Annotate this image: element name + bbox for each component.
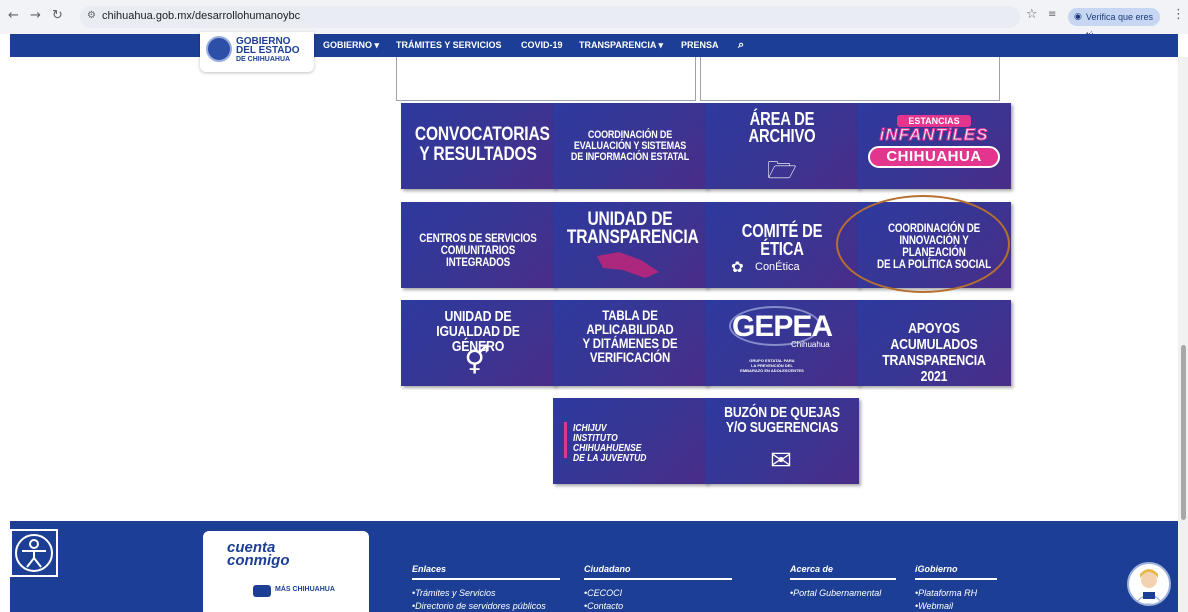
search-icon[interactable]: ⌕ bbox=[738, 38, 744, 52]
menu-icon[interactable]: ⋮ bbox=[1172, 8, 1185, 22]
tile-label: ÁREA DE ARCHIVO bbox=[748, 109, 816, 146]
footer-title-igobierno: iGobierno bbox=[915, 564, 958, 574]
footer-divider bbox=[915, 578, 997, 580]
tile-coordinacion-evaluacion[interactable]: COORDINACIÓN DE EVALUACIÓN Y SISTEMAS DE… bbox=[553, 103, 707, 189]
site-info-icon[interactable]: ⚙ bbox=[87, 10, 96, 21]
footer-link-portal[interactable]: •Portal Gubernamental bbox=[790, 588, 881, 598]
tile-ichijuv[interactable]: ICHIJUV INSTITUTO CHIHUAHUENSE DE LA JUV… bbox=[553, 398, 707, 484]
nav-transparencia[interactable]: TRANSPARENCIA ▾ bbox=[579, 40, 663, 51]
logo-line3: DE CHIHUAHUA bbox=[236, 56, 291, 63]
cuenta-conmigo-logo: cuenta conmigo bbox=[227, 539, 290, 569]
tile-label: ICHIJUV INSTITUTO CHIHUAHUENSE DE LA JUV… bbox=[573, 423, 647, 464]
gepea-small: GRUPO ESTATAL PARA LA PREVENCIÓN DEL EMB… bbox=[740, 358, 804, 373]
tile-centros-servicios[interactable]: CENTROS DE SERVICIOS COMUNITARIOS INTEGR… bbox=[401, 202, 555, 288]
reload-icon[interactable]: ↻ bbox=[52, 9, 63, 23]
tile-convocatorias[interactable]: CONVOCATORIAS Y RESULTADOS bbox=[401, 103, 555, 189]
nav-prensa[interactable]: PRENSA bbox=[681, 40, 719, 50]
tile-gepea[interactable]: GEPEA Chihuahua GRUPO ESTATAL PARA LA PR… bbox=[705, 300, 859, 386]
tile-tabla-aplicabilidad[interactable]: TABLA DE APLICABILIDAD Y DITÁMENES DE VE… bbox=[553, 300, 707, 386]
gepea-title: GEPEA bbox=[732, 310, 833, 343]
star-icon[interactable]: ☆ bbox=[1026, 8, 1038, 22]
state-seal-icon bbox=[206, 36, 232, 62]
forward-icon[interactable]: → bbox=[30, 9, 41, 23]
address-bar[interactable]: ⚙ chihuahua.gob.mx/desarrollohumanoybc bbox=[80, 6, 1020, 28]
chat-assistant-button[interactable] bbox=[1127, 562, 1171, 606]
tile-label: COMITÉ DE ÉTICA bbox=[741, 221, 823, 259]
footer-divider bbox=[412, 578, 560, 580]
top-navbar: GOBIERNO DEL ESTADO DE CHIHUAHUA GOBIERN… bbox=[10, 32, 1178, 72]
footer-title-ciudadano: Ciudadano bbox=[584, 564, 631, 574]
footer-divider bbox=[584, 578, 732, 580]
highlight-circle bbox=[836, 195, 1010, 293]
browser-toolbar: ← → ↻ ⚙ chihuahua.gob.mx/desarrollohuman… bbox=[0, 0, 1188, 40]
tile-apoyos-acumulados[interactable]: APOYOS ACUMULADOS TRANSPARENCIA 2021 bbox=[857, 300, 1011, 386]
tile-label: COORDINACIÓN DE EVALUACIÓN Y SISTEMAS DE… bbox=[570, 129, 690, 163]
archive-icon: 🗁 bbox=[767, 156, 797, 184]
extension-icon[interactable]: ≡ bbox=[1048, 8, 1056, 22]
mailbox-icon: ✉ bbox=[770, 446, 792, 476]
tile-area-archivo[interactable]: ÁREA DE ARCHIVO 🗁 bbox=[705, 103, 859, 189]
nav-tramites[interactable]: TRÁMITES Y SERVICIOS bbox=[396, 40, 502, 50]
tile-label: UNIDAD DE TRANSPARENCIA bbox=[566, 209, 699, 248]
verify-icon: ◉ bbox=[1074, 12, 1082, 22]
footer-link-directorio[interactable]: •Directorio de servidores públicos bbox=[412, 601, 546, 611]
logo-line2: DEL ESTADO bbox=[236, 45, 300, 56]
footer-link-contacto[interactable]: •Contacto bbox=[584, 601, 623, 611]
estancias-bottom-label: CHIHUAHUA bbox=[868, 146, 1000, 168]
ichijuv-bar bbox=[564, 422, 567, 458]
tile-unidad-transparencia[interactable]: UNIDAD DE TRANSPARENCIA bbox=[553, 202, 707, 288]
footer: cuenta conmigo MÁS CHIHUAHUA Enlaces •Tr… bbox=[10, 521, 1178, 612]
footer-title-acerca: Acerca de bbox=[790, 564, 834, 574]
government-logo[interactable]: GOBIERNO DEL ESTADO DE CHIHUAHUA bbox=[200, 32, 314, 72]
scrollbar-track[interactable] bbox=[1178, 57, 1188, 612]
gepea-sub: Chihuahua bbox=[791, 340, 830, 349]
tile-igualdad-genero[interactable]: UNIDAD DE IGUALDAD DE GÉNERO ⚥ bbox=[401, 300, 555, 386]
scrollbar-thumb[interactable] bbox=[1181, 345, 1186, 520]
state-map-icon bbox=[597, 252, 659, 278]
assistant-avatar-icon bbox=[1134, 569, 1164, 604]
back-icon[interactable]: ← bbox=[8, 9, 19, 23]
tile-buzon-quejas[interactable]: BUZÓN DE QUEJAS Y/O SUGERENCIAS ✉ bbox=[705, 398, 859, 484]
accessibility-icon bbox=[15, 534, 53, 572]
accessibility-button[interactable] bbox=[10, 529, 58, 577]
footer-logo[interactable]: cuenta conmigo MÁS CHIHUAHUA bbox=[203, 531, 369, 612]
verify-button[interactable]: ◉ Verifica que eres tú bbox=[1068, 8, 1160, 40]
footer-link-cecoci[interactable]: •CECOCI bbox=[584, 588, 622, 598]
mas-chihuahua-icon bbox=[253, 585, 271, 597]
tile-label: CENTROS DE SERVICIOS COMUNITARIOS INTEGR… bbox=[419, 231, 537, 269]
nav-gobierno[interactable]: GOBIERNO ▾ bbox=[323, 40, 379, 51]
tile-estancias-infantiles[interactable]: ESTANCIAS iNFANTiLES CHIHUAHUA bbox=[857, 103, 1011, 189]
tile-label: TABLA DE APLICABILIDAD Y DITÁMENES DE VE… bbox=[582, 307, 678, 365]
content-frame-right bbox=[700, 57, 1000, 101]
mas-chihuahua-text: MÁS CHIHUAHUA bbox=[275, 586, 335, 593]
tile-label: APOYOS ACUMULADOS TRANSPARENCIA 2021 bbox=[882, 320, 986, 385]
content-frame-left bbox=[396, 57, 696, 101]
url-text[interactable]: chihuahua.gob.mx/desarrollohumanoybc bbox=[102, 10, 300, 22]
footer-link-webmail[interactable]: •Webmail bbox=[915, 601, 953, 611]
tile-label: BUZÓN DE QUEJAS Y/O SUGERENCIAS bbox=[724, 404, 840, 436]
tile-label: CONVOCATORIAS Y RESULTADOS bbox=[414, 124, 550, 165]
footer-divider bbox=[790, 578, 896, 580]
footer-link-plataforma[interactable]: •Plataforma RH bbox=[915, 588, 977, 598]
gender-icon: ⚥ bbox=[464, 344, 490, 377]
nav-covid[interactable]: COVID-19 bbox=[521, 40, 563, 50]
handshake-icon: ✿ bbox=[731, 258, 744, 276]
footer-link-tramites[interactable]: •Trámites y Servicios bbox=[412, 588, 496, 598]
footer-title-enlaces: Enlaces bbox=[412, 564, 447, 574]
estancias-mid-label: iNFANTiLES bbox=[879, 125, 989, 145]
conetica-logo-text: ConÉtica bbox=[755, 261, 800, 273]
